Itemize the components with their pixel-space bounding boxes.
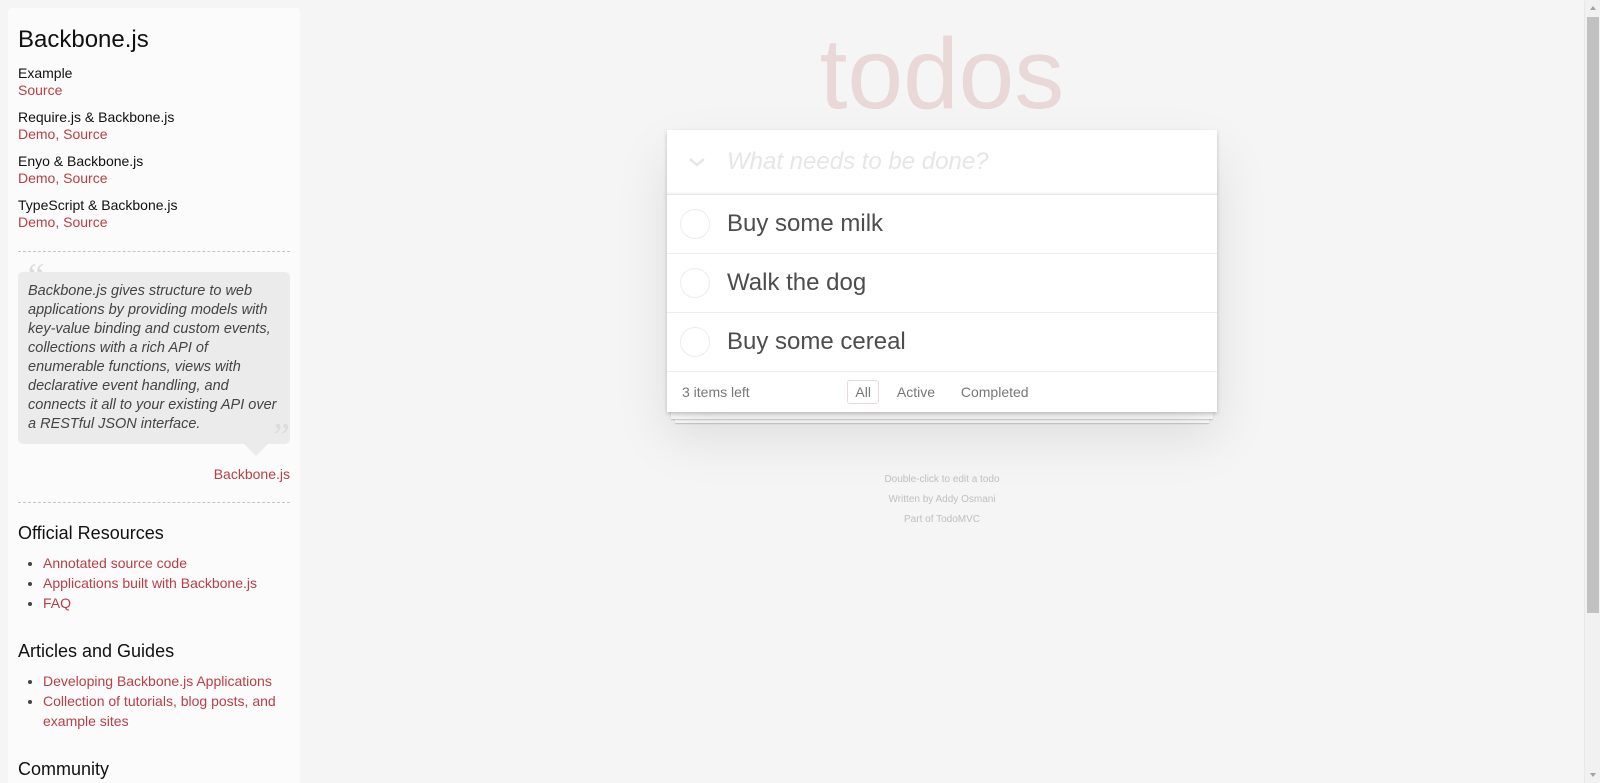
list-item: FAQ [43, 593, 290, 613]
info-line: Double-click to edit a todo [884, 474, 1000, 485]
article-link[interactable]: Collection of tutorials, blog posts, and… [43, 693, 276, 729]
quote-block: “ Backbone.js gives structure to web app… [18, 258, 290, 456]
checkbox-circle-icon[interactable] [680, 268, 710, 298]
quote-source-link[interactable]: Backbone.js [214, 466, 290, 482]
resource-link[interactable]: Annotated source code [43, 555, 187, 571]
close-quote-icon: ” [268, 415, 290, 458]
filter-completed[interactable]: Completed [953, 380, 1037, 404]
page-scrollbar[interactable] [1584, 0, 1600, 783]
quote-text: Backbone.js gives structure to web appli… [18, 271, 290, 456]
list-item: Annotated source code [43, 553, 290, 573]
example-name: TypeScript & Backbone.js [18, 196, 178, 213]
scroll-down-icon [1590, 773, 1596, 777]
todo-app: Buy some milk Walk the dog Buy some cere… [667, 129, 1217, 412]
example-source-link[interactable]: Source [63, 214, 107, 230]
scroll-up-icon [1590, 6, 1596, 10]
todo-item[interactable]: Buy some milk [667, 195, 1217, 254]
example-source-link[interactable]: Source [18, 82, 62, 98]
example-name: Enyo & Backbone.js [18, 152, 144, 169]
official-resources-list: Annotated source code Applications built… [18, 553, 290, 613]
articles-heading: Articles and Guides [18, 640, 175, 661]
example-entry: Example Source [18, 65, 290, 99]
toggle-all-button[interactable] [667, 130, 727, 195]
divider [18, 250, 290, 252]
checkbox-circle-icon[interactable] [680, 327, 710, 357]
list-item: Collection of tutorials, blog posts, and… [43, 691, 290, 731]
todo-item[interactable]: Walk the dog [667, 254, 1217, 313]
filter-active[interactable]: Active [889, 380, 943, 404]
community-heading: Community [18, 758, 110, 779]
resource-link[interactable]: FAQ [43, 595, 71, 611]
list-item: Applications built with Backbone.js [43, 573, 290, 593]
scroll-up-button[interactable] [1585, 0, 1600, 16]
example-demo-link[interactable]: Demo [18, 170, 55, 186]
todo-toggle[interactable] [667, 313, 727, 372]
scroll-down-button[interactable] [1585, 767, 1600, 783]
items-left-count: 3 items left [682, 384, 750, 400]
checkbox-circle-icon[interactable] [680, 209, 710, 239]
quote-footer: Backbone.js [18, 466, 290, 482]
example-entry: TypeScript & Backbone.js Demo, Source [18, 197, 290, 231]
example-demo-link[interactable]: Demo [18, 126, 55, 142]
resource-link[interactable]: Applications built with Backbone.js [43, 575, 257, 591]
example-entry: Require.js & Backbone.js Demo, Source [18, 109, 290, 143]
new-todo-input[interactable] [727, 129, 1217, 195]
article-link[interactable]: Developing Backbone.js Applications [43, 673, 272, 689]
example-source-link[interactable]: Source [63, 126, 107, 142]
example-name: Example [18, 64, 73, 81]
articles-list: Developing Backbone.js Applications Coll… [18, 671, 290, 731]
example-source-link[interactable]: Source [63, 170, 107, 186]
info-line: Written by Addy Osmani [888, 494, 996, 505]
chevron-down-icon [689, 158, 705, 167]
info-footer: Double-click to edit a todo Written by A… [667, 470, 1217, 530]
filter-all[interactable]: All [847, 380, 879, 404]
todo-toggle[interactable] [667, 254, 727, 313]
todo-footer: 3 items left All Active Completed [667, 372, 1217, 412]
official-resources-heading: Official Resources [18, 522, 164, 543]
example-entry: Enyo & Backbone.js Demo, Source [18, 153, 290, 187]
todo-label[interactable]: Buy some cereal [727, 328, 906, 357]
sidebar: Backbone.js Example Source Require.js & … [8, 8, 300, 783]
example-name: Require.js & Backbone.js [18, 108, 175, 125]
todo-label[interactable]: Buy some milk [727, 210, 883, 239]
todo-toggle[interactable] [667, 195, 727, 254]
info-line: Part of TodoMVC [904, 514, 980, 525]
scrollbar-thumb[interactable] [1587, 17, 1599, 613]
list-item: Developing Backbone.js Applications [43, 671, 290, 691]
todo-label[interactable]: Walk the dog [727, 269, 866, 298]
sidebar-title: Backbone.js [18, 26, 149, 53]
todo-item[interactable]: Buy some cereal [667, 313, 1217, 372]
example-demo-link[interactable]: Demo [18, 214, 55, 230]
app-title: todos [819, 18, 1065, 130]
divider [18, 501, 290, 503]
new-todo-row [667, 129, 1217, 195]
